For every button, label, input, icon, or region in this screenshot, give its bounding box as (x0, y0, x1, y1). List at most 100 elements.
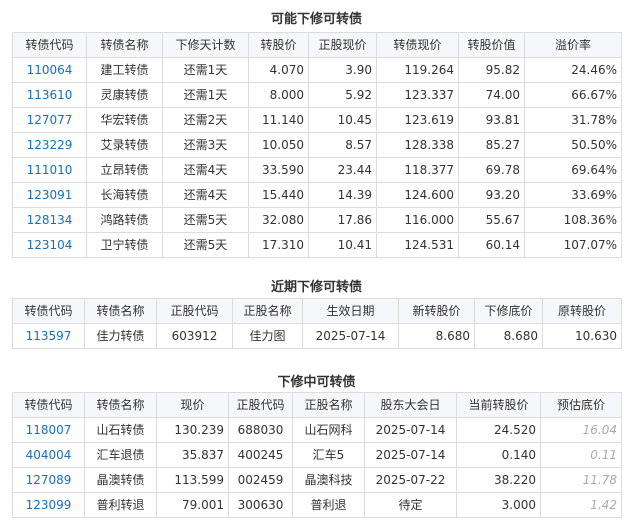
table-cell: 10.45 (308, 107, 377, 133)
table-cell: 33.590 (248, 157, 309, 183)
table-cell: 待定 (364, 492, 457, 518)
table-cell: 66.67% (524, 82, 622, 108)
table-cell: 汇车退债 (84, 442, 157, 468)
table-cell: 山石网科 (292, 417, 365, 443)
table-cell: 60.14 (458, 232, 525, 258)
table-row: 404004 汇车退债 35.837 400245 汇车5 2025-07-14 0.140… (12, 442, 622, 468)
table-cell: 还需4天 (162, 182, 249, 208)
table-cell: 116.000 (376, 207, 459, 233)
table-cell: 130.239 (156, 417, 229, 443)
table-cell: 10.050 (248, 132, 309, 158)
table-cell: 17.86 (308, 207, 377, 233)
table-row: 113610 灵康转债 还需1天 8.000 5.92 123.337 74.00 66.67… (12, 82, 622, 108)
table-cell: 16.04 (540, 417, 622, 443)
table-cell: 灵康转债 (86, 82, 163, 108)
table-row: 123104 卫宁转债 还需5天 17.310 10.41 124.531 60.14 107… (12, 232, 622, 258)
column-header: 转债名称 (84, 298, 157, 324)
table-row: 118007 山石转债 130.239 688030 山石网科 2025-07-14 24.… (12, 417, 622, 443)
table-cell: 汇车5 (292, 442, 365, 468)
column-header: 当前转股价 (456, 392, 541, 418)
column-header: 转股价 (248, 32, 309, 58)
table-cell: 123.337 (376, 82, 459, 108)
table-cell: 8.680 (474, 323, 543, 349)
recent-revision-table: 转债代码 转债名称 正股代码 正股名称 生效日期 新转股价 下修底价 原转股价 113597 佳… (12, 298, 622, 349)
table-row: 113597 佳力转债 603912 佳力图 2025-07-14 8.680 8.680 1… (12, 323, 622, 349)
table-cell: 3.90 (308, 57, 377, 83)
table-cell: 8.680 (398, 323, 475, 349)
table-row: 110064 建工转债 还需1天 4.070 3.90 119.264 95.82 24.46… (12, 57, 622, 83)
table-row: 127077 华宏转债 还需2天 11.140 10.45 123.619 93.81 31.… (12, 107, 622, 133)
table-cell: 8.57 (308, 132, 377, 158)
table-cell: 2025-07-22 (364, 467, 457, 493)
bond-code-link[interactable]: 118007 (12, 417, 85, 443)
table-cell: 卫宁转债 (86, 232, 163, 258)
bond-code-link[interactable]: 123229 (12, 132, 87, 158)
column-header: 正股名称 (232, 298, 303, 324)
column-header: 溢价率 (524, 32, 622, 58)
table-cell: 38.220 (456, 467, 541, 493)
table-cell: 10.630 (542, 323, 622, 349)
column-header: 转债代码 (12, 32, 87, 58)
table-row: 123091 长海转债 还需4天 15.440 14.39 124.600 93.20 33.… (12, 182, 622, 208)
table-cell: 1.42 (540, 492, 622, 518)
column-header: 转债名称 (86, 32, 163, 58)
table-cell: 93.81 (458, 107, 525, 133)
column-header: 生效日期 (302, 298, 399, 324)
section-title-in-revision: 下修中可转债 (277, 375, 356, 390)
table-cell: 晶澳科技 (292, 467, 365, 493)
section-title-recent-revision: 近期下修可转债 (270, 280, 362, 295)
table-cell: 11.140 (248, 107, 309, 133)
table-cell: 603912 (156, 323, 233, 349)
column-header: 下修底价 (474, 298, 543, 324)
bond-code-link[interactable]: 404004 (12, 442, 85, 468)
column-header: 股东大会日 (364, 392, 457, 418)
table-cell: 31.78% (524, 107, 622, 133)
table-cell: 50.50% (524, 132, 622, 158)
table-cell: 69.64% (524, 157, 622, 183)
table-cell: 山石转债 (84, 417, 157, 443)
bond-code-link[interactable]: 113610 (12, 82, 87, 108)
table-cell: 10.41 (308, 232, 377, 258)
bond-code-link[interactable]: 111010 (12, 157, 87, 183)
table-cell: 5.92 (308, 82, 377, 108)
table-cell: 17.310 (248, 232, 309, 258)
table-cell: 还需2天 (162, 107, 249, 133)
table-cell: 69.78 (458, 157, 525, 183)
table-row: 111010 立昂转债 还需4天 33.590 23.44 118.377 69.78 69.… (12, 157, 622, 183)
table-cell: 佳力转债 (84, 323, 157, 349)
in-revision-table: 转债代码 转债名称 现价 正股代码 正股名称 股东大会日 当前转股价 预估底价 118007 山… (12, 392, 622, 518)
table-cell: 8.000 (248, 82, 309, 108)
table-cell: 佳力图 (232, 323, 303, 349)
bond-code-link[interactable]: 123099 (12, 492, 85, 518)
table-cell: 晶澳转债 (84, 467, 157, 493)
column-header: 原转股价 (542, 298, 622, 324)
table-cell: 还需5天 (162, 207, 249, 233)
table-cell: 24.46% (524, 57, 622, 83)
column-header: 预估底价 (540, 392, 622, 418)
table-cell: 79.001 (156, 492, 229, 518)
column-header: 转债现价 (376, 32, 459, 58)
table-cell: 4.070 (248, 57, 309, 83)
table-cell: 108.36% (524, 207, 622, 233)
table-cell: 124.600 (376, 182, 459, 208)
bond-code-link[interactable]: 110064 (12, 57, 87, 83)
table-cell: 0.11 (540, 442, 622, 468)
table-cell: 建工转债 (86, 57, 163, 83)
bond-code-link[interactable]: 113597 (12, 323, 85, 349)
table-cell: 32.080 (248, 207, 309, 233)
column-header: 转债代码 (12, 392, 85, 418)
bond-code-link[interactable]: 127077 (12, 107, 87, 133)
table-cell: 普利退 (292, 492, 365, 518)
table-cell: 2025-07-14 (364, 442, 457, 468)
column-header: 新转股价 (398, 298, 475, 324)
table-row: 127089 晶澳转债 113.599 002459 晶澳科技 2025-07-22 38.… (12, 467, 622, 493)
table-cell: 2025-07-14 (302, 323, 399, 349)
table-cell: 3.000 (456, 492, 541, 518)
bond-code-link[interactable]: 127089 (12, 467, 85, 493)
bond-code-link[interactable]: 128134 (12, 207, 87, 233)
table-cell: 33.69% (524, 182, 622, 208)
table-cell: 23.44 (308, 157, 377, 183)
bond-code-link[interactable]: 123104 (12, 232, 87, 258)
possible-revision-table: 转债代码 转债名称 下修天计数 转股价 正股现价 转债现价 转股价值 溢价率 110064 建工… (12, 32, 622, 258)
bond-code-link[interactable]: 123091 (12, 182, 87, 208)
